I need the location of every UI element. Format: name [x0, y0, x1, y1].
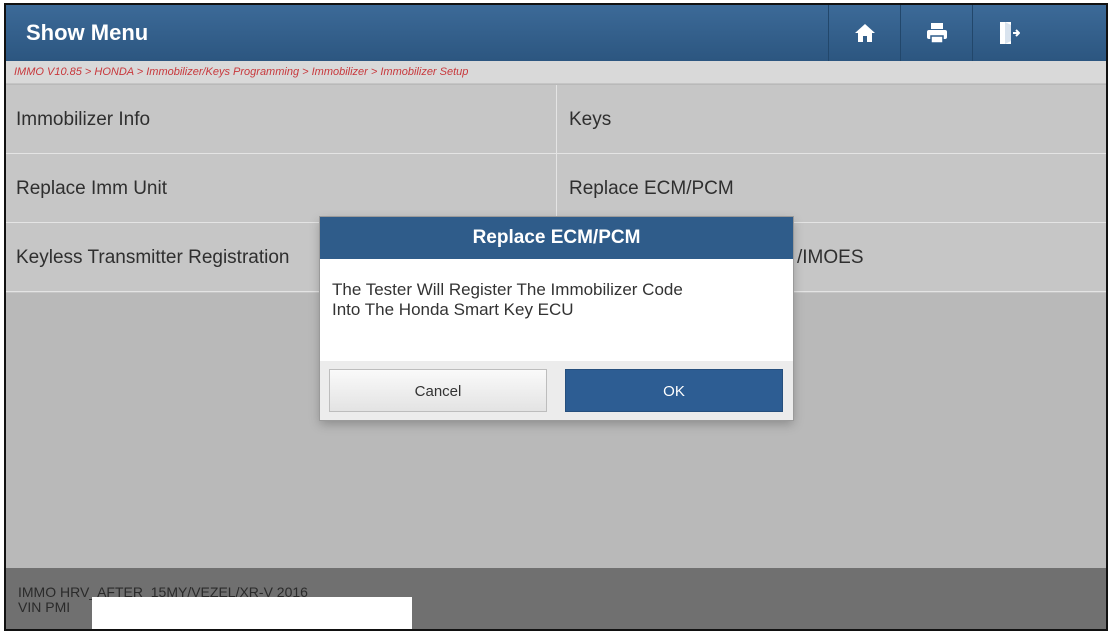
breadcrumb: IMMO V10.85 > HONDA > Immobilizer/Keys P…	[6, 61, 1106, 84]
ok-button[interactable]: OK	[565, 369, 783, 412]
vin-redaction	[92, 597, 412, 629]
print-icon	[926, 22, 948, 44]
menu-item-replace-imm-unit[interactable]: Replace Imm Unit	[6, 154, 557, 223]
menu-item-immobilizer-info[interactable]: Immobilizer Info	[6, 85, 557, 154]
vin-label: VIN PMI	[18, 599, 71, 615]
home-button[interactable]	[828, 5, 901, 61]
exit-button[interactable]	[972, 5, 1045, 61]
confirm-dialog: Replace ECM/PCM The Tester Will Register…	[320, 217, 793, 420]
app-window: Show Menu IMMO V10.85 > HONDA > Immobili…	[4, 3, 1108, 631]
print-button[interactable]	[900, 5, 973, 61]
dialog-actions: Cancel OK	[320, 361, 793, 420]
exit-icon	[998, 21, 1020, 45]
menu-item-replace-ecm-pcm[interactable]: Replace ECM/PCM	[557, 154, 1106, 223]
status-footer: IMMO HRV_AFTER_15MY/VEZEL/XR-V 2016 VIN …	[6, 568, 1106, 629]
page-title: Show Menu	[26, 20, 149, 45]
home-icon	[854, 23, 876, 43]
cancel-button[interactable]: Cancel	[329, 369, 547, 412]
menu-item-keys[interactable]: Keys	[557, 85, 1106, 154]
dialog-title: Replace ECM/PCM	[320, 217, 793, 259]
top-bar: Show Menu	[6, 5, 1106, 61]
dialog-message-line-1: The Tester Will Register The Immobilizer…	[332, 280, 683, 299]
dialog-message-line-2: Into The Honda Smart Key ECU	[332, 300, 574, 319]
